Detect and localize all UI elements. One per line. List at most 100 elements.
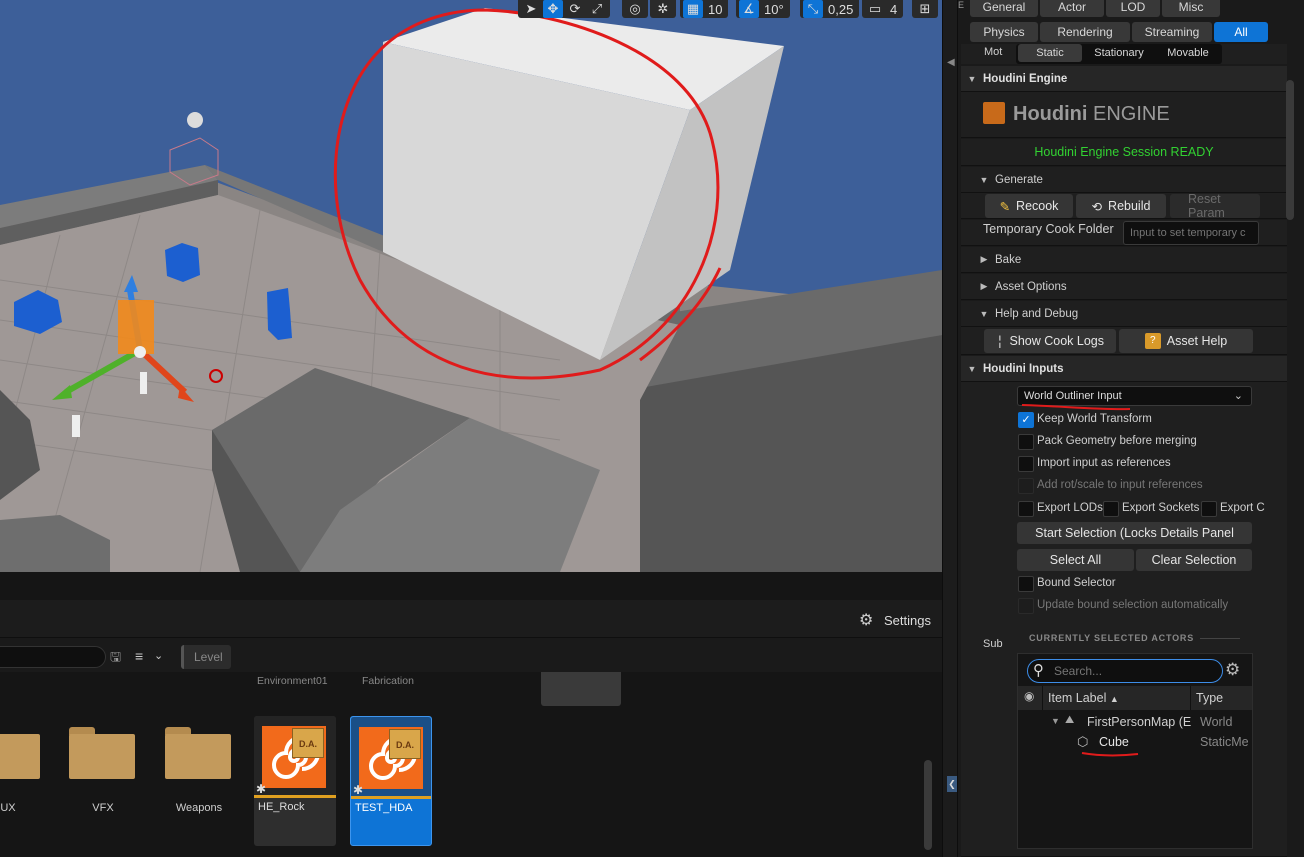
level-viewport[interactable]: ➤ ✥ ⟳ ⤢ ◎ ✲ ▦ 10 ∡ 10° ⤡ 0,25 ▭ 4 ⊞ — [0, 0, 942, 572]
col-type[interactable]: Type — [1196, 691, 1223, 705]
camera-speed-toolbar: ▭ 4 — [862, 0, 904, 18]
tree-item-cube[interactable]: Cube — [1099, 735, 1129, 749]
generate-subsection[interactable]: ▼ Generate — [961, 167, 1287, 193]
world-local-icon[interactable]: ◎ — [625, 0, 645, 18]
houdini-inputs-section[interactable]: ▼ Houdini Inputs — [961, 356, 1287, 382]
folder-label-vfx: VFX — [92, 802, 114, 814]
help-debug-subsection[interactable]: ▼ Help and Debug — [961, 301, 1287, 327]
move-tool-icon[interactable]: ✥ — [543, 0, 563, 18]
filter-general[interactable]: General — [970, 0, 1038, 17]
content-search-input[interactable] — [0, 646, 106, 668]
grid-snap-value[interactable]: 10 — [705, 2, 725, 17]
bound-selector-checkbox[interactable] — [1018, 576, 1034, 592]
details-scrollbar[interactable] — [1286, 80, 1294, 220]
houdini-engine-section[interactable]: ▼ Houdini Engine — [961, 66, 1287, 92]
rotation-snap-value[interactable]: 10° — [761, 2, 787, 17]
content-scrollbar[interactable] — [924, 760, 932, 850]
expand-arrow-icon[interactable]: ❮ — [947, 776, 957, 792]
bound-selector-label: Bound Selector — [1037, 577, 1116, 589]
asset-help-button[interactable]: ? Asset Help — [1119, 329, 1253, 353]
coord-toolbar: ◎ — [622, 0, 648, 18]
add-rot-scale-checkbox — [1018, 478, 1034, 494]
save-search-icon[interactable]: 🖫 — [110, 648, 121, 670]
folder-label-weapons: Weapons — [175, 802, 223, 814]
partial-asset-tile[interactable] — [541, 672, 621, 706]
folder-icon[interactable] — [69, 727, 135, 779]
asset-name: HE_Rock — [258, 801, 305, 813]
panel-splitter[interactable]: ◀ ❮ — [942, 0, 958, 857]
folder-icon[interactable] — [165, 727, 231, 779]
session-status-text: Houdini Engine Session READY — [1034, 145, 1214, 159]
folder-label-ux: UX — [0, 802, 16, 814]
scale-snap-value[interactable]: 0,25 — [825, 2, 856, 17]
settings-gear-icon[interactable]: ⚙ — [859, 610, 873, 630]
filter-lod[interactable]: LOD — [1106, 0, 1160, 17]
filter-actor[interactable]: Actor — [1040, 0, 1104, 17]
camera-speed-value[interactable]: 4 — [887, 2, 900, 17]
houdini-logo-row: Houdini ENGINE — [961, 92, 1287, 138]
show-cook-logs-button[interactable]: ╎ Show Cook Logs — [984, 329, 1116, 353]
expand-triangle-icon: ▶ — [980, 254, 988, 264]
chevron-down-icon[interactable]: ⌄ — [154, 649, 163, 662]
asset-name: TEST_HDA — [355, 802, 413, 814]
asset-help-icon: ? — [1144, 333, 1161, 349]
bake-subsection[interactable]: ▶ Bake — [961, 247, 1287, 273]
asset-tile-test-hda[interactable]: D.A. ✱ TEST_HDA — [350, 716, 432, 846]
mobility-movable[interactable]: Movable — [1156, 44, 1220, 62]
tile-label-fabrication: Fabrication — [362, 675, 414, 687]
pack-geometry-checkbox[interactable] — [1018, 434, 1034, 450]
clear-selection-button[interactable]: Clear Selection — [1136, 549, 1252, 571]
asset-tile-he-rock[interactable]: D.A. ✱ HE_Rock — [254, 716, 336, 846]
collapse-arrow-icon[interactable]: ◀ — [947, 57, 955, 68]
rotate-tool-icon[interactable]: ⟳ — [565, 0, 585, 18]
gear-icon[interactable]: ⚙ — [1225, 660, 1240, 680]
keep-world-transform-checkbox[interactable]: ✓ — [1018, 412, 1034, 428]
level-filter-chip[interactable]: Level — [181, 645, 231, 669]
search-icon: ⚲ — [1033, 662, 1044, 679]
scale-snap-icon[interactable]: ⤡ — [803, 0, 823, 18]
mobility-static[interactable]: Static — [1018, 44, 1082, 62]
camera-icon[interactable]: ▭ — [865, 0, 885, 18]
pack-geometry-label: Pack Geometry before merging — [1037, 435, 1197, 447]
folder-icon[interactable] — [0, 727, 40, 779]
transform-toolbar: ➤ ✥ ⟳ ⤢ — [518, 0, 610, 18]
temp-cook-folder-input[interactable] — [1123, 221, 1259, 245]
surface-snap-icon[interactable]: ✲ — [653, 0, 673, 18]
surface-snap-toolbar: ✲ — [650, 0, 676, 18]
grid-snap-icon[interactable]: ▦ — [683, 0, 703, 18]
col-item-label[interactable]: Item Label ▲ — [1048, 691, 1119, 705]
select-mode-icon[interactable]: ➤ — [521, 0, 541, 18]
filter-rendering[interactable]: Rendering — [1040, 22, 1130, 42]
viewport-layout-icon[interactable]: ⊞ — [915, 0, 935, 18]
select-all-button[interactable]: Select All — [1017, 549, 1134, 571]
recook-button[interactable]: ✎ Recook — [985, 194, 1073, 218]
rebuild-icon: ⟲ — [1091, 199, 1103, 214]
mobility-stationary[interactable]: Stationary — [1084, 44, 1154, 62]
collapse-triangle-icon: ▼ — [967, 363, 977, 374]
import-refs-checkbox[interactable] — [1018, 456, 1034, 472]
filter-physics[interactable]: Physics — [970, 22, 1038, 42]
rotation-snap-icon[interactable]: ∡ — [739, 0, 759, 18]
reset-params-button[interactable]: Reset Param — [1170, 192, 1260, 220]
export-c-checkbox[interactable] — [1201, 501, 1217, 517]
tree-item-world[interactable]: FirstPersonMap (E — [1087, 715, 1191, 729]
outliner-search-input[interactable] — [1054, 662, 1214, 680]
export-sockets-checkbox[interactable] — [1103, 501, 1119, 517]
filter-all[interactable]: All — [1214, 22, 1268, 42]
start-selection-button[interactable]: Start Selection (Locks Details Panel — [1017, 522, 1252, 544]
filter-icon[interactable]: ≡ — [135, 648, 143, 664]
rotation-snap-toolbar: ∡ 10° — [736, 0, 790, 18]
outliner-search-box[interactable]: ⚲ — [1027, 659, 1223, 683]
settings-label[interactable]: Settings — [884, 613, 931, 628]
export-lods-checkbox[interactable] — [1018, 501, 1034, 517]
rebuild-button[interactable]: ⟲ Rebuild — [1076, 194, 1166, 218]
panel-edge-label: E — [958, 0, 965, 10]
asset-options-subsection[interactable]: ▶ Asset Options — [961, 274, 1287, 300]
scale-tool-icon[interactable]: ⤢ — [587, 0, 607, 18]
visibility-eye-icon[interactable]: ◉ — [1024, 689, 1034, 703]
tree-collapse-icon[interactable]: ▼ — [1051, 716, 1060, 726]
filter-misc[interactable]: Misc — [1162, 0, 1220, 17]
tree-item-cube-type: StaticMe — [1200, 735, 1249, 749]
content-browser: ⚙ Settings 🖫 ≡ ⌄ Level Environment01 Fab… — [0, 572, 942, 857]
filter-streaming[interactable]: Streaming — [1132, 22, 1212, 42]
